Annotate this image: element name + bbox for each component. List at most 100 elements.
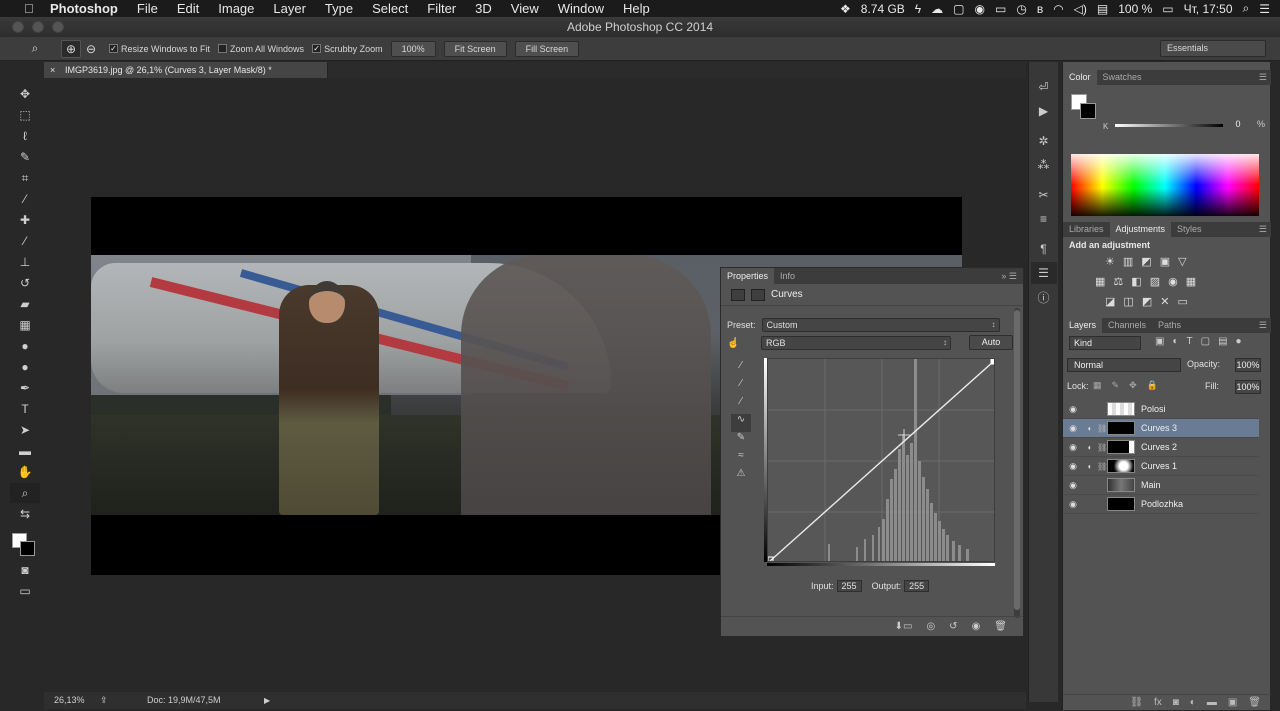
eraser-tool-icon[interactable]: ▰ — [10, 294, 40, 314]
properties-scroll-thumb[interactable] — [1014, 310, 1020, 610]
clip-to-layer-icon[interactable]: ⬇▭ — [895, 621, 913, 632]
properties-scrollbar[interactable] — [1014, 308, 1020, 618]
volume-icon[interactable]: ◁) — [1074, 2, 1087, 16]
filter-smart-icon[interactable]: ▤ — [1218, 336, 1227, 347]
menu-image[interactable]: Image — [218, 1, 254, 16]
filter-type-icon[interactable]: T — [1187, 336, 1193, 347]
layer-name[interactable]: Main — [1141, 480, 1161, 490]
reset-icon[interactable]: ↺ — [949, 621, 957, 632]
new-group-icon[interactable]: ▬ — [1207, 695, 1217, 710]
menu-file[interactable]: File — [137, 1, 158, 16]
layer-name[interactable]: Podlozhka — [1141, 499, 1183, 509]
crop-tool-icon[interactable]: ⌗ — [10, 168, 40, 188]
clipping-warning-icon[interactable]: ⚠ — [731, 468, 751, 486]
stamp-tool-icon[interactable]: ⊥ — [10, 252, 40, 272]
clock[interactable]: Чт, 17:50 — [1184, 2, 1233, 16]
properties-panel-icon[interactable]: ☰ — [1030, 262, 1057, 284]
menu-3d[interactable]: 3D — [475, 1, 492, 16]
status-menu-arrow-icon[interactable]: ▶ — [264, 692, 270, 709]
hue-saturation-icon[interactable]: ▦ — [1095, 275, 1105, 288]
curves-icon[interactable]: ◩ — [1141, 255, 1151, 268]
layer-mask-thumbnail[interactable] — [1107, 421, 1135, 435]
character-panel-icon[interactable]: ¶ — [1031, 238, 1057, 260]
curve-point-white[interactable] — [990, 359, 995, 365]
layer-row-curves-1[interactable]: ◉ ◐ ⛓ Curves 1 — [1063, 457, 1259, 476]
menu-window[interactable]: Window — [558, 1, 604, 16]
zoom-in-icon[interactable]: ⊕ — [61, 39, 81, 58]
panel-menu-icon[interactable]: » ☰ — [995, 268, 1023, 284]
info-panel-icon[interactable]: ⓘ — [1031, 286, 1057, 308]
opacity-field[interactable]: 100% — [1235, 358, 1261, 372]
layer-row-polosi[interactable]: ◉ Polosi — [1063, 400, 1259, 419]
menu-filter[interactable]: Filter — [427, 1, 456, 16]
filter-pixel-icon[interactable]: ▣ — [1155, 336, 1164, 347]
lasso-tool-icon[interactable]: ℓ — [10, 126, 40, 146]
layer-filter-dropdown[interactable]: Kind — [1069, 336, 1141, 350]
color-panel-menu-icon[interactable]: ☰ — [1253, 70, 1271, 85]
layer-name[interactable]: Curves 2 — [1141, 442, 1177, 452]
layer-mask-thumbnail[interactable] — [1107, 440, 1135, 454]
background-color-swatch[interactable] — [20, 541, 35, 556]
workspace-switcher[interactable]: Essentials — [1160, 40, 1266, 57]
shape-tool-icon[interactable]: ▬ — [10, 441, 40, 461]
move-tool-icon[interactable]: ✥ — [10, 84, 40, 104]
tab-styles[interactable]: Styles — [1171, 222, 1208, 237]
cloud-icon[interactable]: ☁ — [931, 2, 943, 16]
k-slider[interactable] — [1115, 124, 1223, 127]
black-point-eyedropper-icon[interactable]: ⁄ — [731, 360, 751, 378]
layer-name[interactable]: Curves 1 — [1141, 461, 1177, 471]
brush-tool-icon[interactable]: ⁄ — [10, 231, 40, 251]
close-window-button[interactable] — [12, 21, 24, 33]
link-chain-icon[interactable]: ⛓ — [1097, 462, 1107, 471]
pencil-curve-tool-icon[interactable]: ✎ — [731, 432, 751, 450]
history-brush-tool-icon[interactable]: ↺ — [10, 273, 40, 293]
menu-select[interactable]: Select — [372, 1, 408, 16]
visibility-eye-icon[interactable]: ◉ — [1063, 442, 1083, 453]
posterize-icon[interactable]: ◫ — [1123, 295, 1133, 308]
toggle-visibility-icon[interactable]: ◉ — [972, 621, 981, 632]
new-layer-icon[interactable]: ▣ — [1228, 695, 1237, 710]
dropbox-icon[interactable]: ❖ — [840, 2, 851, 16]
fill-field[interactable]: 100% — [1235, 380, 1261, 394]
memory-readout[interactable]: 8.74 GB — [861, 2, 905, 16]
menu-help[interactable]: Help — [623, 1, 650, 16]
tool-presets-icon[interactable]: ✂ — [1031, 184, 1057, 206]
share-icon[interactable]: ⇪ — [100, 692, 108, 709]
delete-adjustment-icon[interactable]: 🗑 — [994, 621, 1007, 632]
lock-position-icon[interactable]: ✥ — [1129, 380, 1137, 391]
scrubby-zoom-checkbox[interactable]: ✓ Scrubby Zoom — [312, 44, 383, 54]
close-tab-icon[interactable]: × — [50, 62, 55, 78]
filter-adjustment-icon[interactable]: ◐ — [1172, 336, 1178, 347]
gray-point-eyedropper-icon[interactable]: ⁄ — [731, 378, 751, 396]
zoom-level[interactable]: 26,13% — [54, 692, 85, 709]
layer-mask-thumbnail[interactable] — [1107, 459, 1135, 473]
layer-row-podlozhka[interactable]: ◉ Podlozhka — [1063, 495, 1259, 514]
resize-windows-checkbox[interactable]: ✓ Resize Windows to Fit — [109, 44, 210, 54]
white-point-eyedropper-icon[interactable]: ⁄ — [731, 396, 751, 414]
link-chain-icon[interactable]: ⛓ — [1097, 424, 1107, 433]
battery-icon[interactable]: ▭ — [1162, 2, 1173, 16]
tab-info[interactable]: Info — [774, 268, 801, 284]
link-chain-icon[interactable]: ⛓ — [1097, 443, 1107, 452]
threshold-icon[interactable]: ◩ — [1142, 295, 1152, 308]
clipboard-icon[interactable]: ▢ — [953, 2, 964, 16]
brush-presets-icon[interactable]: ⁂ — [1031, 154, 1057, 176]
curves-graph[interactable] — [767, 358, 995, 562]
spotlight-icon[interactable]: ⌕ — [1243, 1, 1250, 16]
color-balance-icon[interactable]: ⚖ — [1113, 275, 1123, 288]
menu-photoshop[interactable]: Photoshop — [50, 1, 118, 16]
hand-tool-icon[interactable]: ✋ — [10, 462, 40, 482]
zoom-tool-icon[interactable]: ⌕ — [10, 483, 40, 503]
auto-button[interactable]: Auto — [969, 335, 1013, 350]
minimize-window-button[interactable] — [32, 21, 44, 33]
layer-name[interactable]: Curves 3 — [1141, 423, 1177, 433]
filter-toggle-icon[interactable]: ● — [1236, 336, 1242, 347]
delete-layer-icon[interactable]: 🗑 — [1248, 695, 1261, 710]
lightning-icon[interactable]: ϟ — [915, 2, 921, 16]
menu-edit[interactable]: Edit — [177, 1, 199, 16]
link-layers-icon[interactable]: ⛓ — [1130, 695, 1143, 710]
visibility-eye-icon[interactable]: ◉ — [1063, 499, 1083, 510]
zoom-window-button[interactable] — [52, 21, 64, 33]
zoom-100-button[interactable]: 100% — [390, 40, 436, 57]
adjustments-menu-icon[interactable]: ☰ — [1253, 222, 1271, 237]
